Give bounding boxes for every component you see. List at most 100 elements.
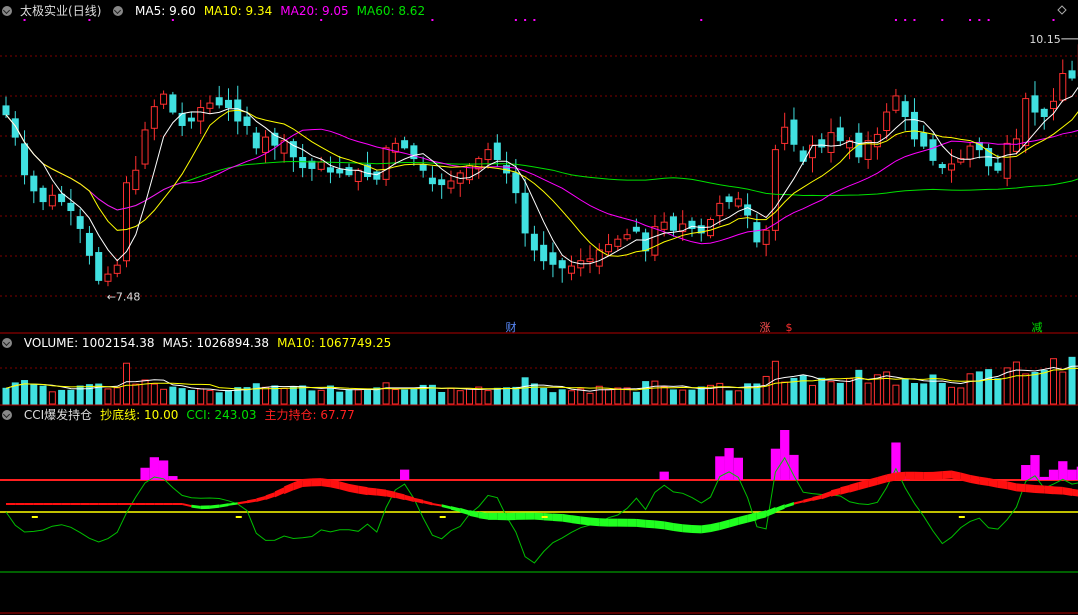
candle-body: [948, 163, 956, 171]
signal-dot: [700, 19, 703, 21]
volume-bar: [632, 391, 640, 405]
breakout-bar: [1021, 465, 1031, 480]
main-force-ribbon: [126, 503, 136, 505]
main-force-ribbon: [358, 485, 368, 496]
volume-bar: [401, 389, 409, 405]
main-force-ribbon: [738, 514, 748, 526]
volume-bar: [466, 388, 473, 405]
candle-body: [771, 149, 779, 231]
candle-body: [419, 164, 427, 171]
main-force-ribbon: [70, 503, 81, 505]
volume-bar: [1050, 358, 1058, 405]
main-force-ribbon: [1062, 487, 1073, 497]
signal-dot: [969, 19, 972, 21]
main-force-ribbon: [571, 515, 581, 525]
volume-bar: [456, 390, 464, 405]
candle-body: [827, 132, 835, 153]
volume-bar: [549, 392, 557, 405]
volume-bar: [215, 392, 223, 405]
candle-body: [354, 169, 362, 182]
breakout-bar: [1048, 469, 1059, 480]
main-force-ribbon: [627, 518, 637, 527]
main-force-ribbon: [237, 500, 248, 505]
candle-body: [160, 93, 168, 105]
main-force-ribbon: [107, 503, 118, 505]
volume-bar: [104, 388, 112, 405]
signal-dot: [171, 19, 174, 21]
candle-body: [623, 234, 631, 240]
main-force-ribbon: [1025, 484, 1035, 493]
event-marker-dollar[interactable]: $: [784, 321, 794, 334]
main-force-ribbon: [636, 518, 646, 528]
main-force-ribbon: [339, 481, 349, 492]
candle-body: [345, 167, 353, 176]
event-marker-reduce[interactable]: 减: [1030, 321, 1044, 334]
candle-body: [104, 273, 112, 282]
candle-body: [799, 150, 807, 162]
low-price-label: ←7.48: [107, 290, 141, 303]
candle-body: [317, 161, 325, 170]
volume-bar: [447, 387, 455, 405]
volume-bar: [354, 389, 362, 405]
volume-bar: [493, 387, 501, 405]
candle-body: [901, 101, 909, 118]
breakout-bar: [1067, 469, 1077, 480]
volume-bar: [187, 390, 195, 405]
volume-bar: [762, 375, 770, 405]
main-force-ribbon: [793, 500, 804, 505]
main-force-ribbon: [682, 524, 692, 534]
main-force-ribbon: [247, 498, 257, 504]
volume-bar: [938, 382, 946, 405]
main-force-ribbon: [1044, 485, 1054, 495]
high-price-label: 10.15: [1029, 33, 1061, 46]
main-force-ribbon: [43, 503, 53, 505]
breakout-bar: [1058, 461, 1068, 480]
main-force-ribbon: [701, 524, 711, 534]
candle-body: [141, 129, 149, 165]
main-force-ribbon: [1016, 483, 1026, 493]
main-force-ribbon: [960, 472, 971, 483]
volume-bar: [910, 382, 918, 405]
volume-bar: [818, 377, 826, 405]
main-force-ribbon: [970, 474, 980, 485]
main-force-ribbon: [840, 484, 850, 495]
main-force-ribbon: [6, 503, 16, 505]
main-force-ribbon: [673, 523, 683, 533]
main-force-ribbon: [997, 479, 1008, 490]
volume-bar: [373, 387, 381, 405]
signal-dot: [88, 19, 91, 21]
main-force-ribbon: [664, 521, 674, 532]
main-force-ribbon: [348, 483, 359, 494]
candle-body: [58, 193, 66, 203]
candle-body: [892, 95, 900, 111]
main-force-ribbon: [302, 478, 312, 487]
main-force-ribbon: [478, 511, 489, 520]
event-marker-finance[interactable]: 财: [504, 321, 518, 334]
volume-bar: [892, 384, 900, 405]
volume-bar: [642, 381, 650, 405]
signal-dot: [978, 19, 981, 21]
main-force-ribbon: [256, 495, 266, 502]
main-force-ribbon: [52, 503, 62, 505]
volume-bar: [920, 383, 928, 405]
main-force-ribbon: [784, 502, 794, 509]
candle-body: [521, 192, 529, 234]
main-force-ribbon: [868, 477, 878, 488]
volume-bar: [836, 382, 844, 405]
candle-body: [669, 216, 677, 231]
main-force-ribbon: [1053, 486, 1063, 495]
volume-bar: [540, 387, 548, 405]
signal-dot: [23, 19, 26, 21]
main-force-ribbon: [274, 487, 285, 498]
main-force-ribbon: [719, 519, 730, 531]
candle-body: [252, 132, 260, 149]
volume-bar: [503, 387, 511, 405]
candle-body: [614, 238, 622, 247]
event-marker-rise[interactable]: 涨: [758, 321, 772, 334]
volume-bar: [299, 385, 307, 405]
stock-chart[interactable]: 10.15 ←7.48: [0, 0, 1078, 615]
volume-bar: [985, 369, 993, 405]
volume-bar: [929, 374, 937, 405]
volume-bar: [1059, 371, 1067, 405]
volume-bar: [438, 391, 446, 405]
